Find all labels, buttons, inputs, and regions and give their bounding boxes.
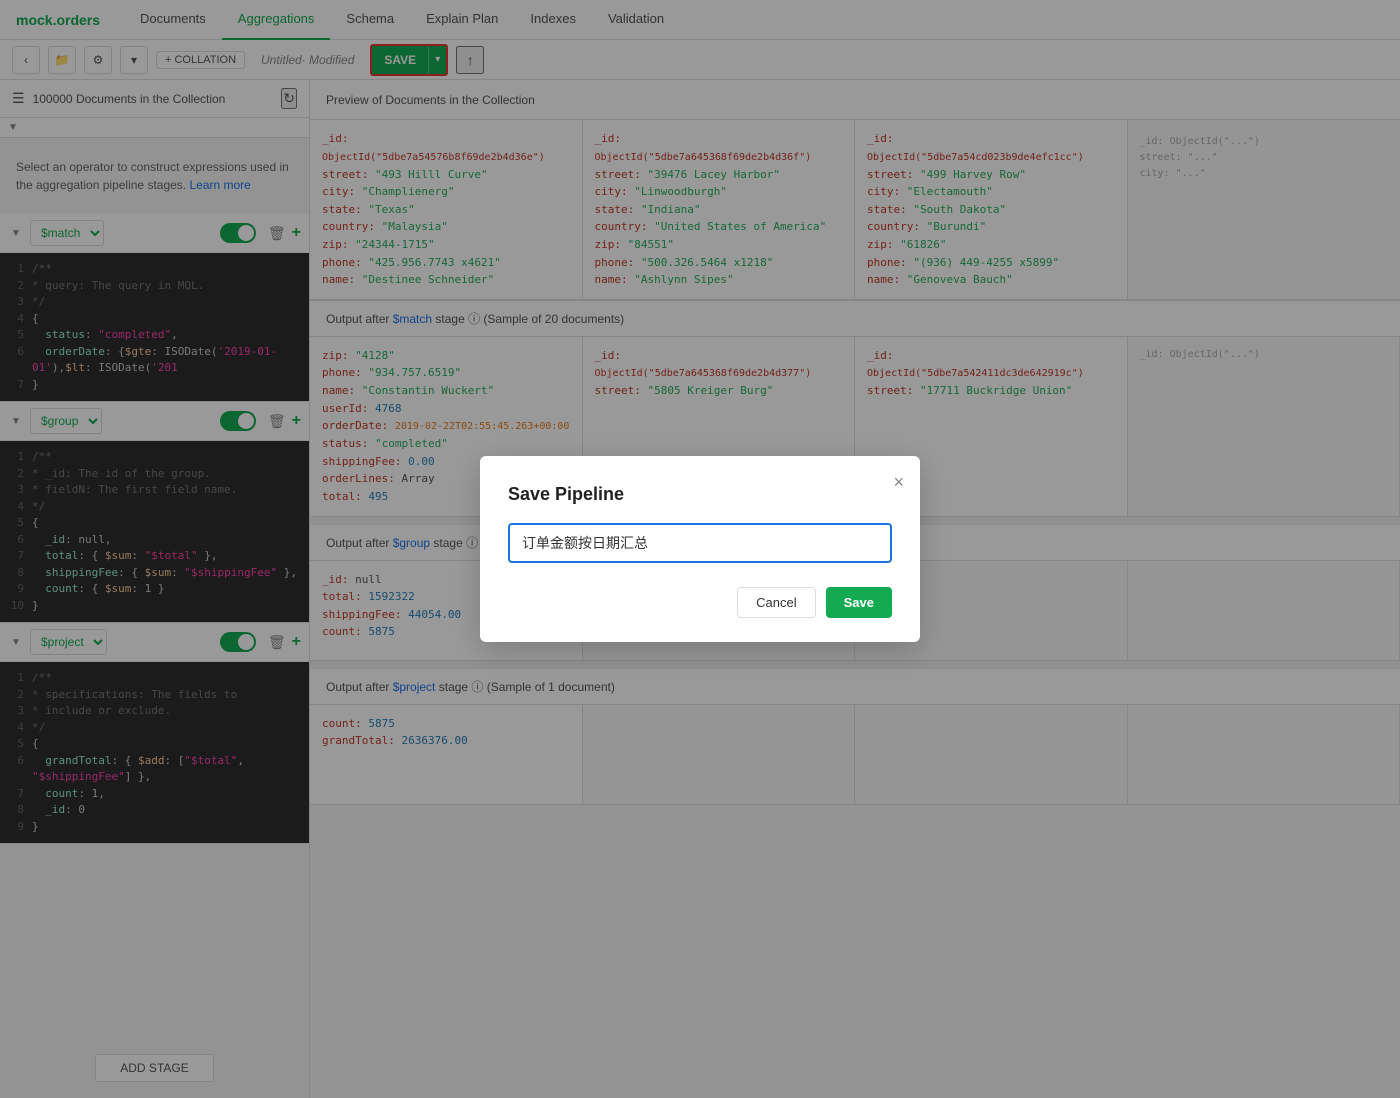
modal-close-button[interactable]: × <box>893 472 904 493</box>
modal-overlay: × Save Pipeline Cancel Save <box>0 0 1400 1098</box>
modal-actions: Cancel Save <box>508 587 892 618</box>
save-pipeline-modal: × Save Pipeline Cancel Save <box>480 456 920 642</box>
modal-save-button[interactable]: Save <box>826 587 892 618</box>
pipeline-name-input[interactable] <box>508 523 892 563</box>
modal-title: Save Pipeline <box>508 484 892 505</box>
modal-cancel-button[interactable]: Cancel <box>737 587 815 618</box>
